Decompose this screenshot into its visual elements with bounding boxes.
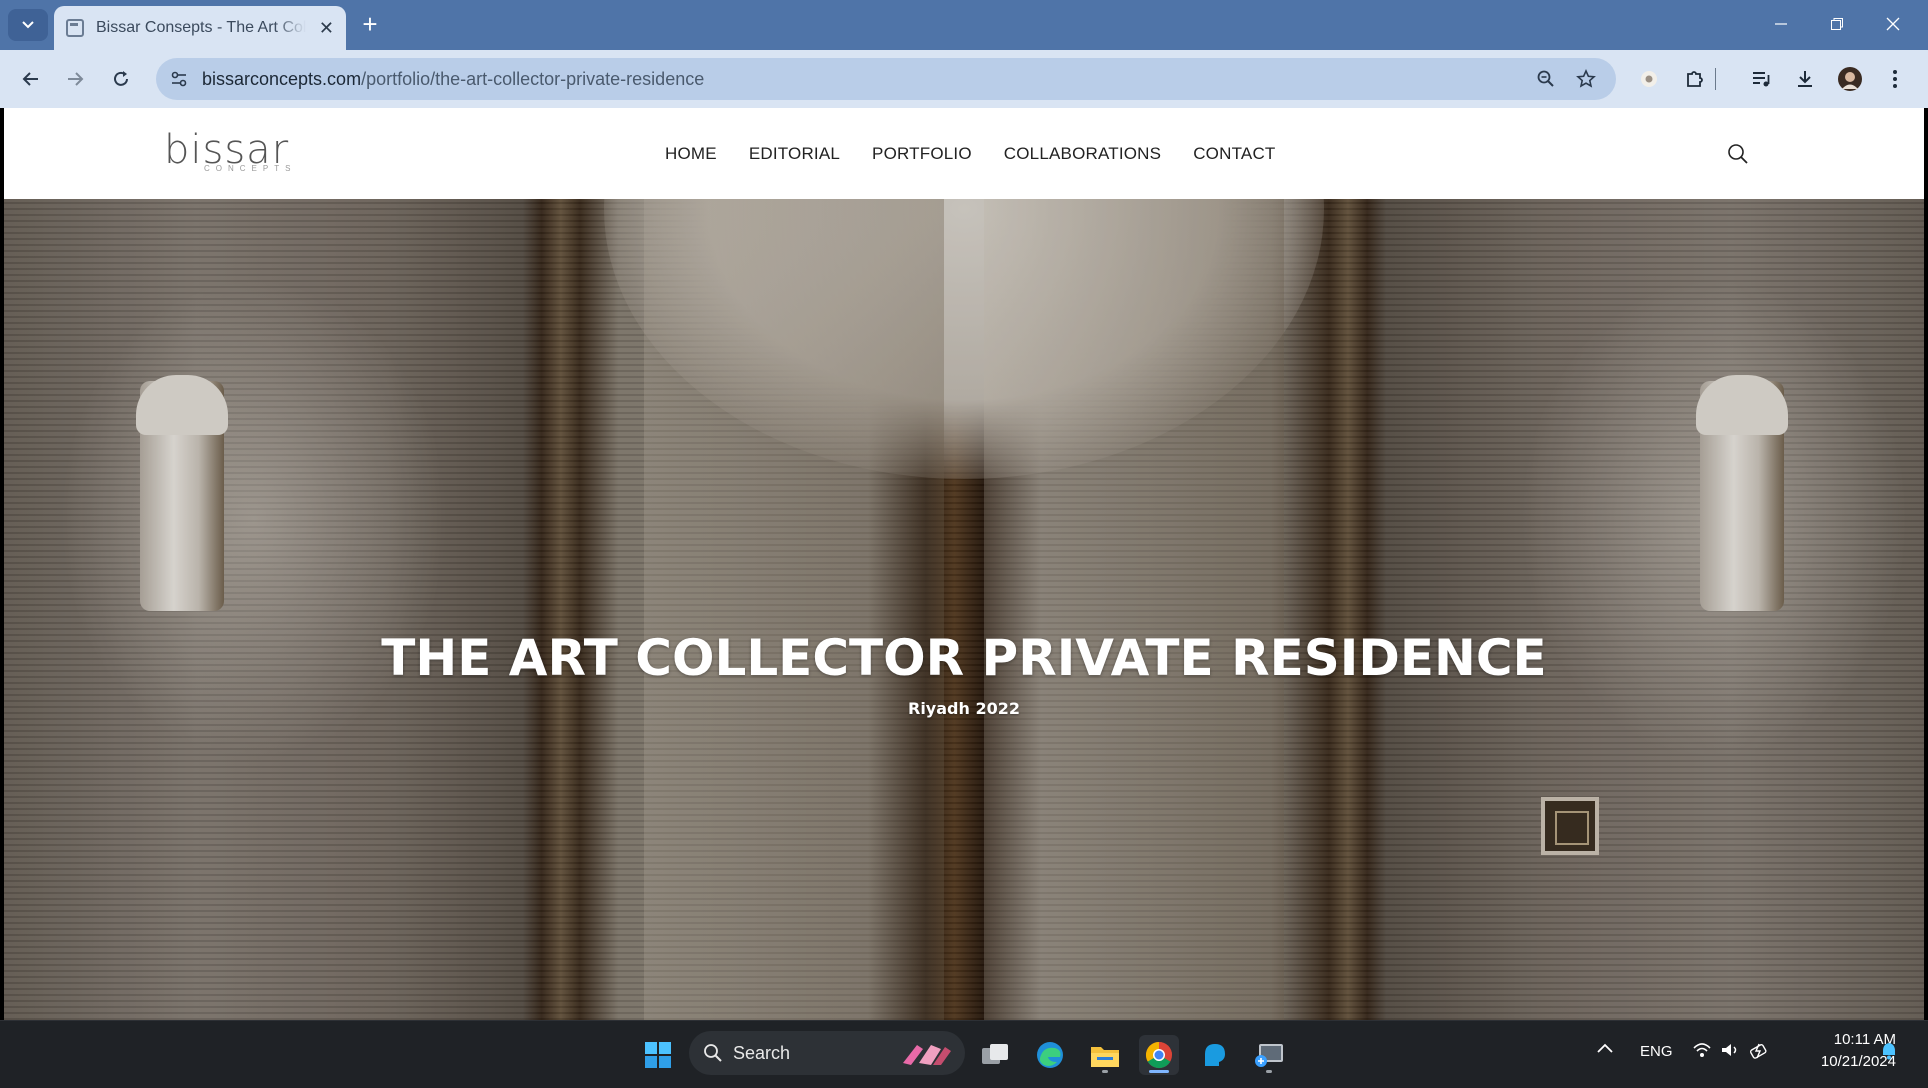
start-button[interactable] <box>638 1035 678 1075</box>
file-explorer-app[interactable] <box>1085 1035 1125 1075</box>
browser-titlebar: Bissar Consepts - The Art Collector Priv… <box>0 0 1928 50</box>
reload-icon <box>114 71 128 86</box>
media-controls-icon[interactable] <box>1746 64 1776 94</box>
site-info-icon[interactable] <box>166 66 192 92</box>
remote-desktop-icon <box>1255 1044 1283 1067</box>
reload-button[interactable] <box>104 62 138 96</box>
taskbar-search[interactable]: Search <box>689 1031 965 1075</box>
hero-title: THE ART COLLECTOR PRIVATE RESIDENCE <box>381 629 1547 687</box>
remote-desktop-app[interactable] <box>1249 1035 1289 1075</box>
battery-icon[interactable] <box>1749 1041 1771 1063</box>
nav-contact[interactable]: CONTACT <box>1193 144 1275 164</box>
nav-editorial[interactable]: EDITORIAL <box>749 144 840 164</box>
app-blue-head[interactable] <box>1194 1035 1234 1075</box>
arrow-left-icon <box>22 72 38 86</box>
chrome-app[interactable] <box>1139 1035 1179 1075</box>
bookmark-star-icon[interactable] <box>1574 67 1598 91</box>
close-icon <box>1886 17 1900 31</box>
logo-wordmark: bissar <box>164 127 290 173</box>
browser-menu-icon[interactable] <box>1880 64 1910 94</box>
edge-app[interactable] <box>1030 1035 1070 1075</box>
site-header: bissar CONCEPTS HOME EDITORIAL PORTFOLIO… <box>4 108 1924 199</box>
minimize-button[interactable] <box>1758 8 1804 40</box>
profile-avatar[interactable] <box>1835 64 1865 94</box>
chevron-down-icon <box>22 21 34 29</box>
minimize-icon <box>1775 23 1787 25</box>
volume-icon[interactable] <box>1720 1041 1740 1063</box>
back-button[interactable] <box>14 62 48 96</box>
app-head-icon <box>1205 1044 1225 1066</box>
windows-taskbar: Search ENG 10:11 AM 10/21/2024 <box>0 1020 1928 1088</box>
running-indicator <box>1266 1070 1272 1073</box>
toolbar-divider <box>1713 64 1717 94</box>
close-window-button[interactable] <box>1870 8 1916 40</box>
new-tab-button[interactable]: + <box>356 11 384 39</box>
extensions-puzzle-icon[interactable] <box>1680 64 1710 94</box>
address-bar[interactable]: bissarconcepts.com/portfolio/the-art-col… <box>156 58 1616 100</box>
tab-search-button[interactable] <box>8 9 48 41</box>
task-view-icon <box>982 1044 1008 1064</box>
taskbar-search-label: Search <box>733 1042 791 1063</box>
running-indicator <box>1102 1070 1108 1073</box>
zoom-icon[interactable] <box>1534 67 1558 91</box>
edge-icon <box>1037 1042 1063 1068</box>
site-logo[interactable]: bissar CONCEPTS <box>164 127 297 173</box>
hero-overlay <box>4 199 1924 1020</box>
extension-record-icon[interactable] <box>1634 64 1664 94</box>
tab-title: Bissar Consepts - The Art Collector Priv… <box>96 19 306 36</box>
site-search-icon[interactable] <box>1726 142 1750 166</box>
search-icon <box>704 1044 722 1062</box>
forward-button[interactable] <box>58 62 92 96</box>
clock-date[interactable]: 10/21/2024 <box>1776 1053 1896 1070</box>
logo-subtext: CONCEPTS <box>204 164 297 173</box>
windows-logo-icon <box>645 1042 671 1068</box>
tab-close-icon[interactable]: ✕ <box>319 18 334 39</box>
restore-icon <box>1831 18 1843 30</box>
hero-image: THE ART COLLECTOR PRIVATE RESIDENCE Riya… <box>4 199 1924 1020</box>
page-favicon-icon <box>66 19 84 37</box>
nav-collaborations[interactable]: COLLABORATIONS <box>1004 144 1161 164</box>
main-navigation: HOME EDITORIAL PORTFOLIO COLLABORATIONS … <box>665 144 1308 164</box>
wifi-icon[interactable] <box>1692 1041 1712 1063</box>
show-hidden-icons-button[interactable] <box>1596 1041 1614 1059</box>
task-view-button[interactable] <box>975 1035 1015 1075</box>
browser-tab-active[interactable]: Bissar Consepts - The Art Collector Priv… <box>54 6 346 50</box>
active-app-indicator <box>1149 1070 1169 1073</box>
url-text[interactable]: bissarconcepts.com/portfolio/the-art-col… <box>202 69 704 90</box>
arrow-right-icon <box>68 72 84 86</box>
folder-icon <box>1091 1047 1119 1067</box>
url-path: /portfolio/the-art-collector-private-res… <box>361 68 705 89</box>
download-icon[interactable] <box>1790 64 1820 94</box>
notifications-bell-icon[interactable] <box>1880 1041 1898 1065</box>
search-highlight-icon <box>897 1039 953 1072</box>
url-host: bissarconcepts.com <box>202 68 362 89</box>
chrome-icon <box>1145 1041 1172 1069</box>
language-indicator[interactable]: ENG <box>1640 1043 1673 1060</box>
hero-subtitle: Riyadh 2022 <box>908 699 1020 718</box>
chevron-up-icon <box>1597 1043 1613 1053</box>
nav-home[interactable]: HOME <box>665 144 717 164</box>
nav-portfolio[interactable]: PORTFOLIO <box>872 144 972 164</box>
restore-button[interactable] <box>1814 8 1860 40</box>
